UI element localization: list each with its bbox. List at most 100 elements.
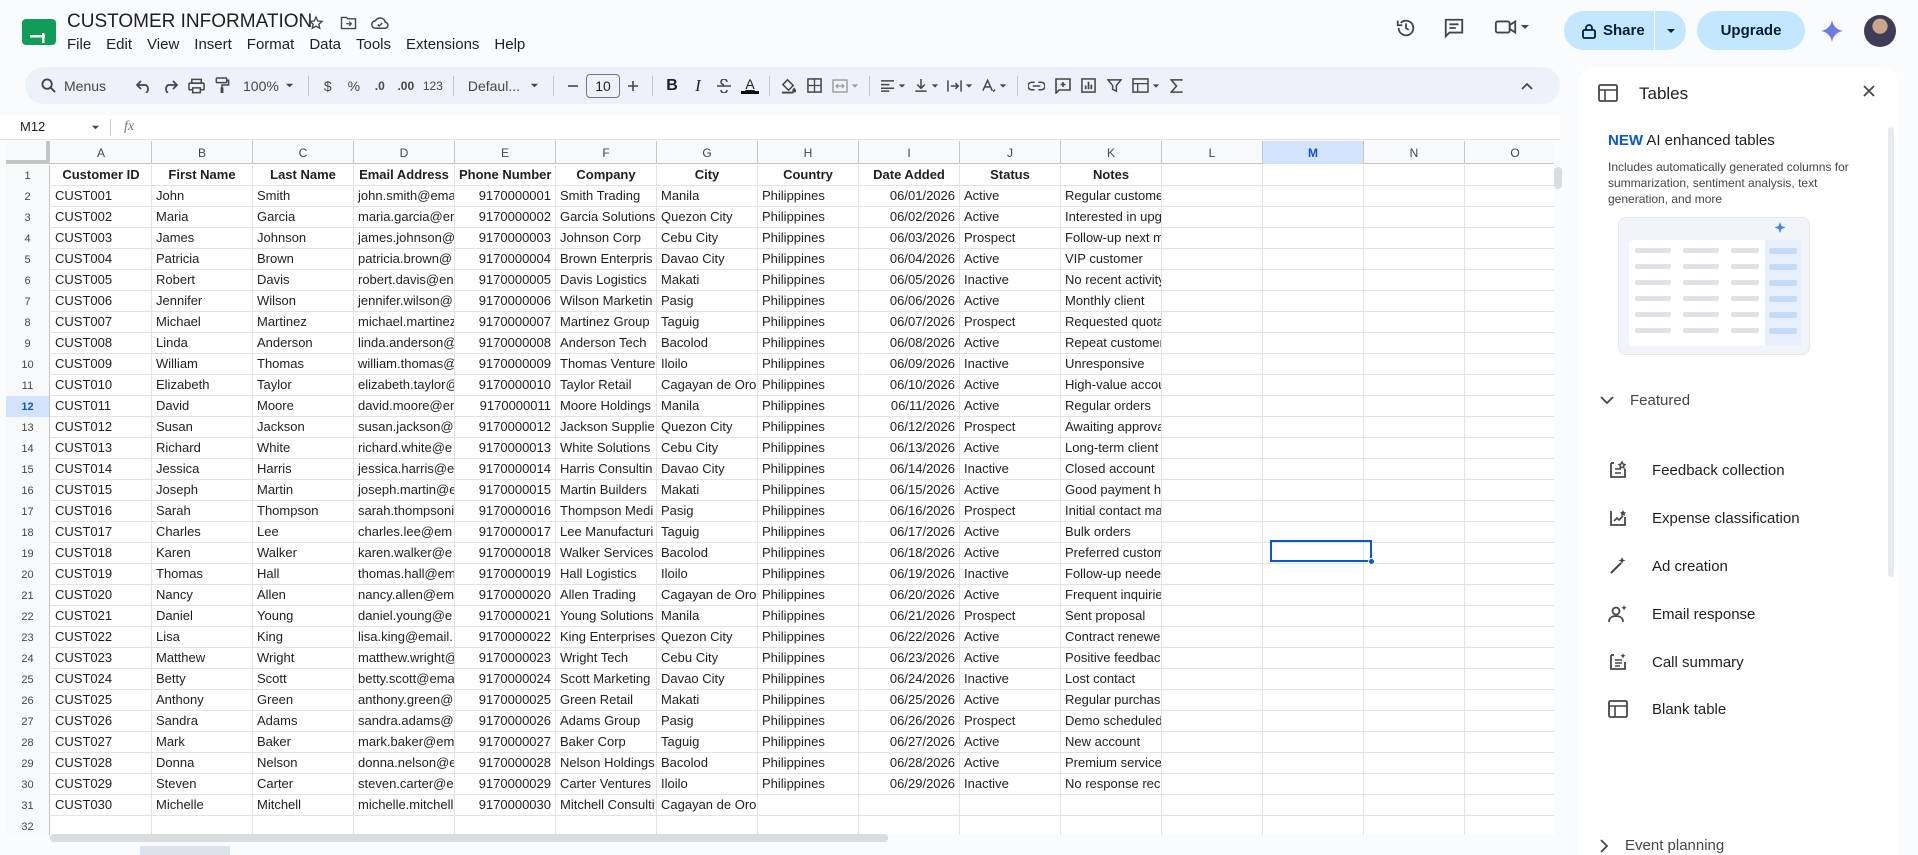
table-cell[interactable]: 06/01/2026	[859, 186, 960, 207]
table-cell[interactable]	[1364, 249, 1465, 270]
template-ad-creation[interactable]: Ad creation	[1608, 556, 1728, 576]
table-cell[interactable]: 9170000016	[455, 501, 556, 522]
table-cell[interactable]: Inactive	[960, 669, 1061, 690]
row-number[interactable]: 30	[6, 774, 50, 795]
table-cell[interactable]	[1162, 648, 1263, 669]
table-cell[interactable]: CUST009	[51, 354, 152, 375]
table-cell[interactable]: CUST021	[51, 606, 152, 627]
close-icon[interactable]	[1862, 84, 1876, 103]
column-header-g[interactable]: G	[657, 141, 758, 164]
template-expense-classification[interactable]: Expense classification	[1608, 508, 1800, 528]
row-number[interactable]: 24	[6, 648, 50, 669]
table-cell[interactable]: Scott	[253, 669, 354, 690]
table-cell[interactable]	[859, 795, 960, 816]
header-cell[interactable]: Company	[556, 165, 657, 186]
table-cell[interactable]	[1061, 816, 1162, 835]
table-cell[interactable]	[1263, 396, 1364, 417]
table-cell[interactable]	[657, 816, 758, 835]
table-cell[interactable]: Moore	[253, 396, 354, 417]
account-avatar[interactable]	[1864, 15, 1896, 47]
table-cell[interactable]	[1364, 774, 1465, 795]
table-cell[interactable]	[1162, 669, 1263, 690]
header-cell[interactable]	[1364, 165, 1465, 186]
table-cell[interactable]: 9170000027	[455, 732, 556, 753]
column-header-m[interactable]: M	[1263, 141, 1364, 164]
table-cell[interactable]: Active	[960, 543, 1061, 564]
table-cell[interactable]: Richard	[152, 438, 253, 459]
table-cell[interactable]: 9170000025	[455, 690, 556, 711]
table-cell[interactable]: Wilson Marketin	[556, 291, 657, 312]
table-cell[interactable]: Philippines	[758, 459, 859, 480]
table-cell[interactable]: Harris	[253, 459, 354, 480]
table-cell[interactable]	[1162, 186, 1263, 207]
table-cell[interactable]	[1465, 186, 1554, 207]
table-cell[interactable]: Closed account	[1061, 459, 1162, 480]
table-cell[interactable]: CUST006	[51, 291, 152, 312]
table-cell[interactable]	[859, 816, 960, 835]
table-cell[interactable]: maria.garcia@en	[354, 207, 455, 228]
select-all-corner[interactable]	[6, 141, 50, 164]
insert-link-icon[interactable]	[1024, 72, 1050, 100]
row-number[interactable]: 31	[6, 795, 50, 816]
table-cell[interactable]: Taguig	[657, 522, 758, 543]
table-cell[interactable]: Taylor Retail	[556, 375, 657, 396]
row-number[interactable]: 25	[6, 669, 50, 690]
table-cell[interactable]: CUST003	[51, 228, 152, 249]
table-cell[interactable]: Quezon City	[657, 417, 758, 438]
table-cell[interactable]: matthew.wright@	[354, 648, 455, 669]
table-cell[interactable]: James	[152, 228, 253, 249]
row-number[interactable]: 3	[6, 207, 50, 228]
table-cell[interactable]: CUST023	[51, 648, 152, 669]
row-number[interactable]: 16	[6, 480, 50, 501]
table-cell[interactable]: No recent activity	[1061, 270, 1162, 291]
undo-icon[interactable]	[131, 72, 157, 100]
table-cell[interactable]: Philippines	[758, 753, 859, 774]
table-cell[interactable]	[1465, 732, 1554, 753]
table-cell[interactable]: Jackson Supplie	[556, 417, 657, 438]
table-cell[interactable]	[1364, 417, 1465, 438]
table-cell[interactable]: sandra.adams@	[354, 711, 455, 732]
table-cell[interactable]: lisa.king@email.	[354, 627, 455, 648]
table-cell[interactable]: 9170000005	[455, 270, 556, 291]
table-cell[interactable]	[1465, 690, 1554, 711]
star-icon[interactable]	[305, 13, 327, 33]
table-cell[interactable]: Active	[960, 585, 1061, 606]
table-cell[interactable]: Scott Marketing	[556, 669, 657, 690]
table-cell[interactable]	[1465, 795, 1554, 816]
table-cell[interactable]: Allen Trading	[556, 585, 657, 606]
column-header-h[interactable]: H	[758, 141, 859, 164]
table-cell[interactable]	[1364, 480, 1465, 501]
table-cell[interactable]: jessica.harris@e	[354, 459, 455, 480]
table-cell[interactable]: Matthew	[152, 648, 253, 669]
redo-icon[interactable]	[157, 72, 183, 100]
table-cell[interactable]: Iloilo	[657, 774, 758, 795]
table-cell[interactable]: William	[152, 354, 253, 375]
table-cell[interactable]: 9170000013	[455, 438, 556, 459]
table-cell[interactable]: 06/15/2026	[859, 480, 960, 501]
table-cell[interactable]: VIP customer	[1061, 249, 1162, 270]
table-cell[interactable]	[1263, 669, 1364, 690]
font-size-input[interactable]: 10	[585, 73, 620, 98]
table-cell[interactable]: Active	[960, 753, 1061, 774]
table-cell[interactable]: Frequent inquiries	[1061, 585, 1162, 606]
table-cell[interactable]: Harris Consultin	[556, 459, 657, 480]
filter-icon[interactable]	[1102, 72, 1128, 100]
table-cell[interactable]: Philippines	[758, 732, 859, 753]
table-cell[interactable]: Linda	[152, 333, 253, 354]
template-call-summary[interactable]: Call summary	[1608, 652, 1744, 672]
table-cell[interactable]	[1465, 333, 1554, 354]
table-cell[interactable]: Philippines	[758, 354, 859, 375]
table-cell[interactable]	[1364, 669, 1465, 690]
table-cell[interactable]: Follow-up next month	[1061, 228, 1162, 249]
table-cell[interactable]: Philippines	[758, 690, 859, 711]
doc-title[interactable]: CUSTOMER INFORMATION	[67, 11, 312, 33]
table-cell[interactable]: Active	[960, 186, 1061, 207]
table-cell[interactable]: Lee	[253, 522, 354, 543]
column-header-d[interactable]: D	[354, 141, 455, 164]
scrollbar-thumb[interactable]	[1554, 167, 1562, 189]
table-cell[interactable]: Davao City	[657, 459, 758, 480]
table-cell[interactable]: Garcia	[253, 207, 354, 228]
table-cell[interactable]: 9170000002	[455, 207, 556, 228]
gemini-sparkle-icon[interactable]	[1820, 19, 1844, 48]
table-cell[interactable]: CUST030	[51, 795, 152, 816]
